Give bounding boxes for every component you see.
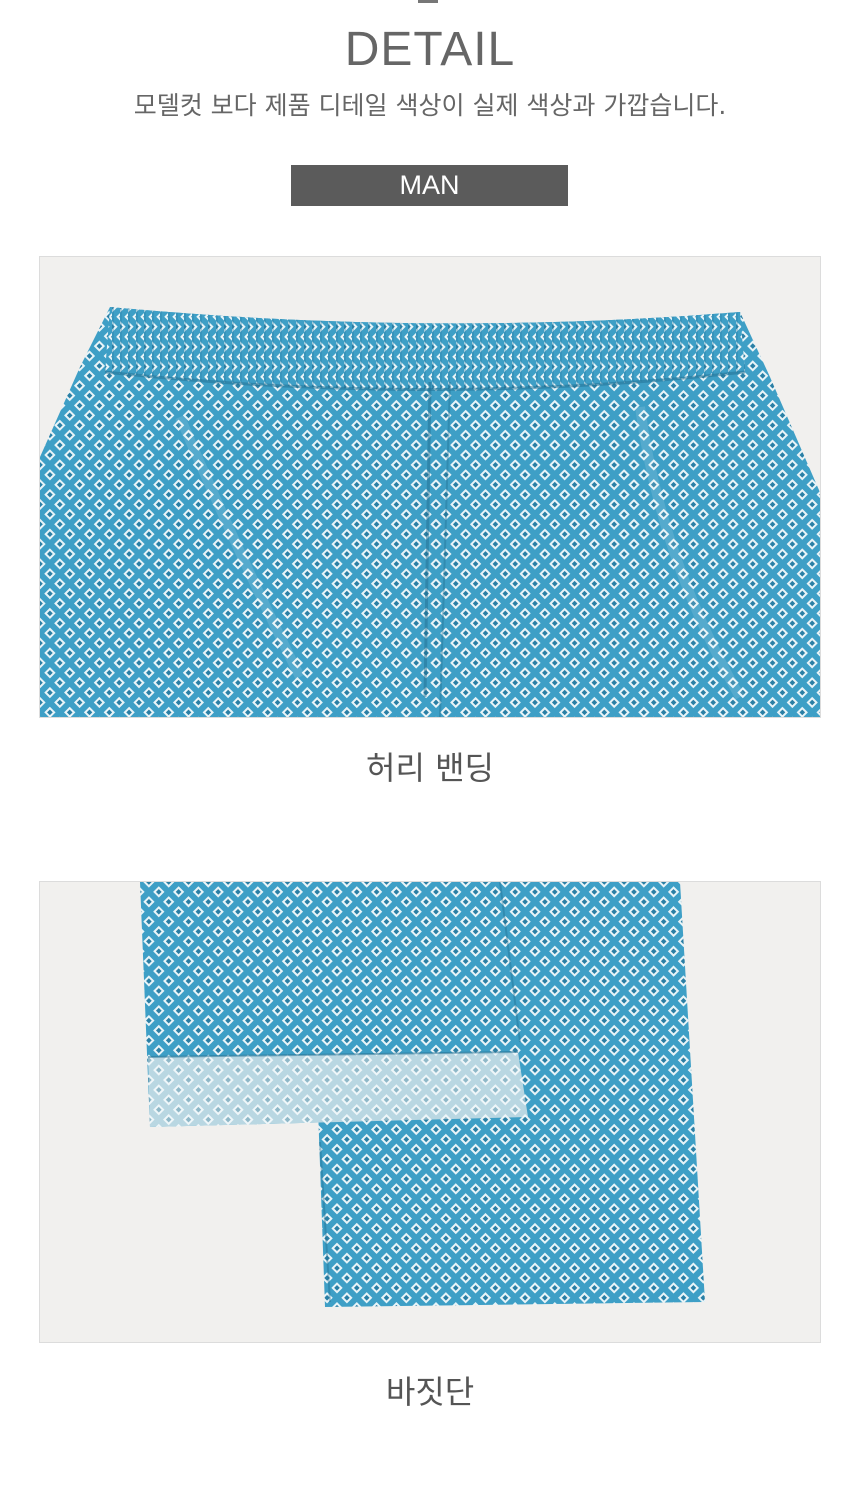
page-title: DETAIL (344, 23, 516, 76)
top-divider-tick (418, 0, 438, 3)
page-subtitle: 모델컷 보다 제품 디테일 색상이 실제 색상과 가깝습니다. (133, 91, 727, 120)
hem-photo (39, 881, 821, 1343)
gender-badge: MAN (291, 165, 568, 206)
detail-caption-hem: 바짓단 (385, 1373, 475, 1411)
detail-caption-waistband: 허리 밴딩 (366, 749, 494, 787)
waistband-photo (39, 256, 821, 718)
